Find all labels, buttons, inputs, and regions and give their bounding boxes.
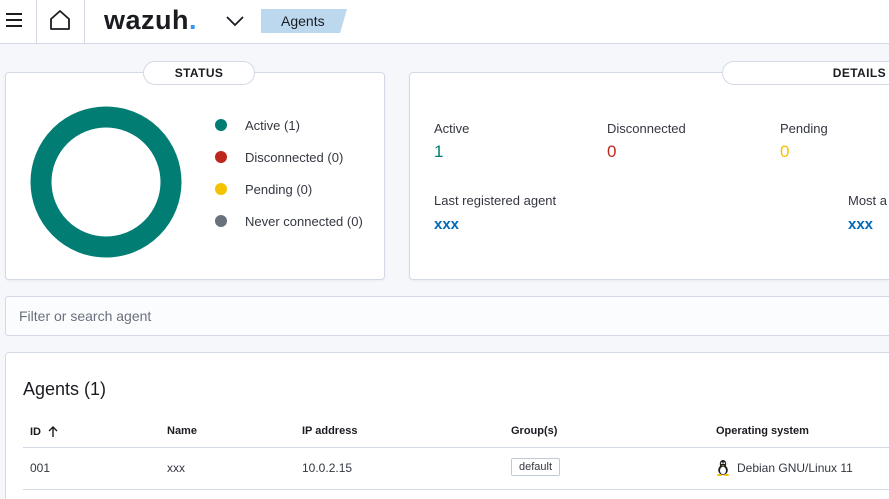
cell-ip-address: 10.0.2.15 bbox=[302, 461, 353, 475]
most-active-agent-link[interactable]: xxx bbox=[848, 216, 887, 233]
column-header-id[interactable]: ID bbox=[30, 425, 60, 439]
last-registered-agent-link[interactable]: xxx bbox=[434, 216, 556, 233]
stat-most-active-agent: Most a xxx bbox=[848, 193, 887, 233]
divider bbox=[36, 0, 37, 43]
sort-ascending-icon bbox=[48, 426, 58, 437]
stat-last-registered-agent: Last registered agent xxx bbox=[434, 193, 556, 233]
agents-table-title: Agents (1) bbox=[23, 379, 107, 399]
legend-label: Pending (0) bbox=[245, 181, 313, 197]
os-label: Debian GNU/Linux 11 bbox=[737, 460, 853, 475]
never-connected-dot-icon bbox=[215, 215, 227, 227]
donut-segment-active bbox=[30, 106, 182, 258]
legend-item-pending[interactable]: Pending (0) bbox=[215, 173, 363, 205]
divider bbox=[84, 0, 85, 43]
legend-item-never-connected[interactable]: Never connected (0) bbox=[215, 205, 363, 237]
wazuh-logo[interactable]: wazuh. bbox=[104, 5, 197, 36]
stat-active: Active 1 bbox=[434, 121, 469, 162]
breadcrumb-agents[interactable]: Agents bbox=[261, 9, 347, 33]
legend-label: Disconnected (0) bbox=[245, 149, 344, 165]
column-header-name[interactable]: Name bbox=[167, 425, 197, 437]
stat-label: Pending bbox=[780, 121, 828, 136]
cell-id: 001 bbox=[30, 461, 51, 475]
status-panel-title: STATUS bbox=[143, 61, 255, 85]
cell-name: xxx bbox=[167, 461, 185, 475]
stat-label: Active bbox=[434, 121, 470, 136]
cell-groups: default bbox=[511, 458, 561, 476]
status-legend: Active (1) Disconnected (0) Pending (0) … bbox=[215, 109, 363, 237]
legend-label: Active (1) bbox=[245, 117, 300, 133]
stat-value: 0 bbox=[780, 142, 790, 161]
stat-pending: Pending 0 bbox=[780, 121, 828, 162]
pending-dot-icon bbox=[215, 183, 227, 195]
details-panel: DETAILS Active 1 Disconnected 0 Pending … bbox=[409, 61, 889, 280]
legend-item-active[interactable]: Active (1) bbox=[215, 109, 363, 141]
row-divider bbox=[23, 489, 889, 490]
top-navigation-bar: wazuh. Agents bbox=[0, 0, 889, 44]
header-divider bbox=[23, 447, 889, 448]
agent-search-bar bbox=[5, 296, 889, 336]
status-panel: STATUS Active (1) Disconnected (0) Pendi… bbox=[5, 61, 385, 280]
group-badge[interactable]: default bbox=[511, 458, 561, 476]
legend-item-disconnected[interactable]: Disconnected (0) bbox=[215, 141, 363, 173]
active-dot-icon bbox=[215, 119, 227, 131]
column-header-ip-address[interactable]: IP address bbox=[302, 425, 357, 437]
column-header-label: ID bbox=[30, 426, 41, 438]
details-panel-title: DETAILS bbox=[722, 61, 889, 85]
disconnected-dot-icon bbox=[215, 151, 227, 163]
stat-label: Disconnected bbox=[607, 121, 686, 136]
home-icon[interactable] bbox=[48, 8, 72, 32]
stat-value: 1 bbox=[434, 142, 444, 161]
stat-label: Last registered agent bbox=[434, 193, 557, 208]
linux-icon bbox=[716, 460, 730, 476]
agent-search-input[interactable] bbox=[6, 297, 889, 335]
stat-label: Most a bbox=[848, 193, 888, 208]
legend-label: Never connected (0) bbox=[245, 213, 363, 229]
column-header-groups[interactable]: Group(s) bbox=[511, 425, 557, 437]
menu-icon[interactable] bbox=[6, 13, 22, 27]
agents-table-panel: Agents (1) ID Name IP address Group(s) O… bbox=[5, 352, 889, 499]
column-header-operating-system[interactable]: Operating system bbox=[716, 425, 809, 437]
stat-value: 0 bbox=[607, 142, 617, 161]
stat-disconnected: Disconnected 0 bbox=[607, 121, 686, 162]
cell-operating-system: Debian GNU/Linux 11 bbox=[716, 459, 853, 476]
chevron-down-icon[interactable] bbox=[224, 11, 246, 31]
agent-status-donut-chart bbox=[30, 106, 182, 258]
